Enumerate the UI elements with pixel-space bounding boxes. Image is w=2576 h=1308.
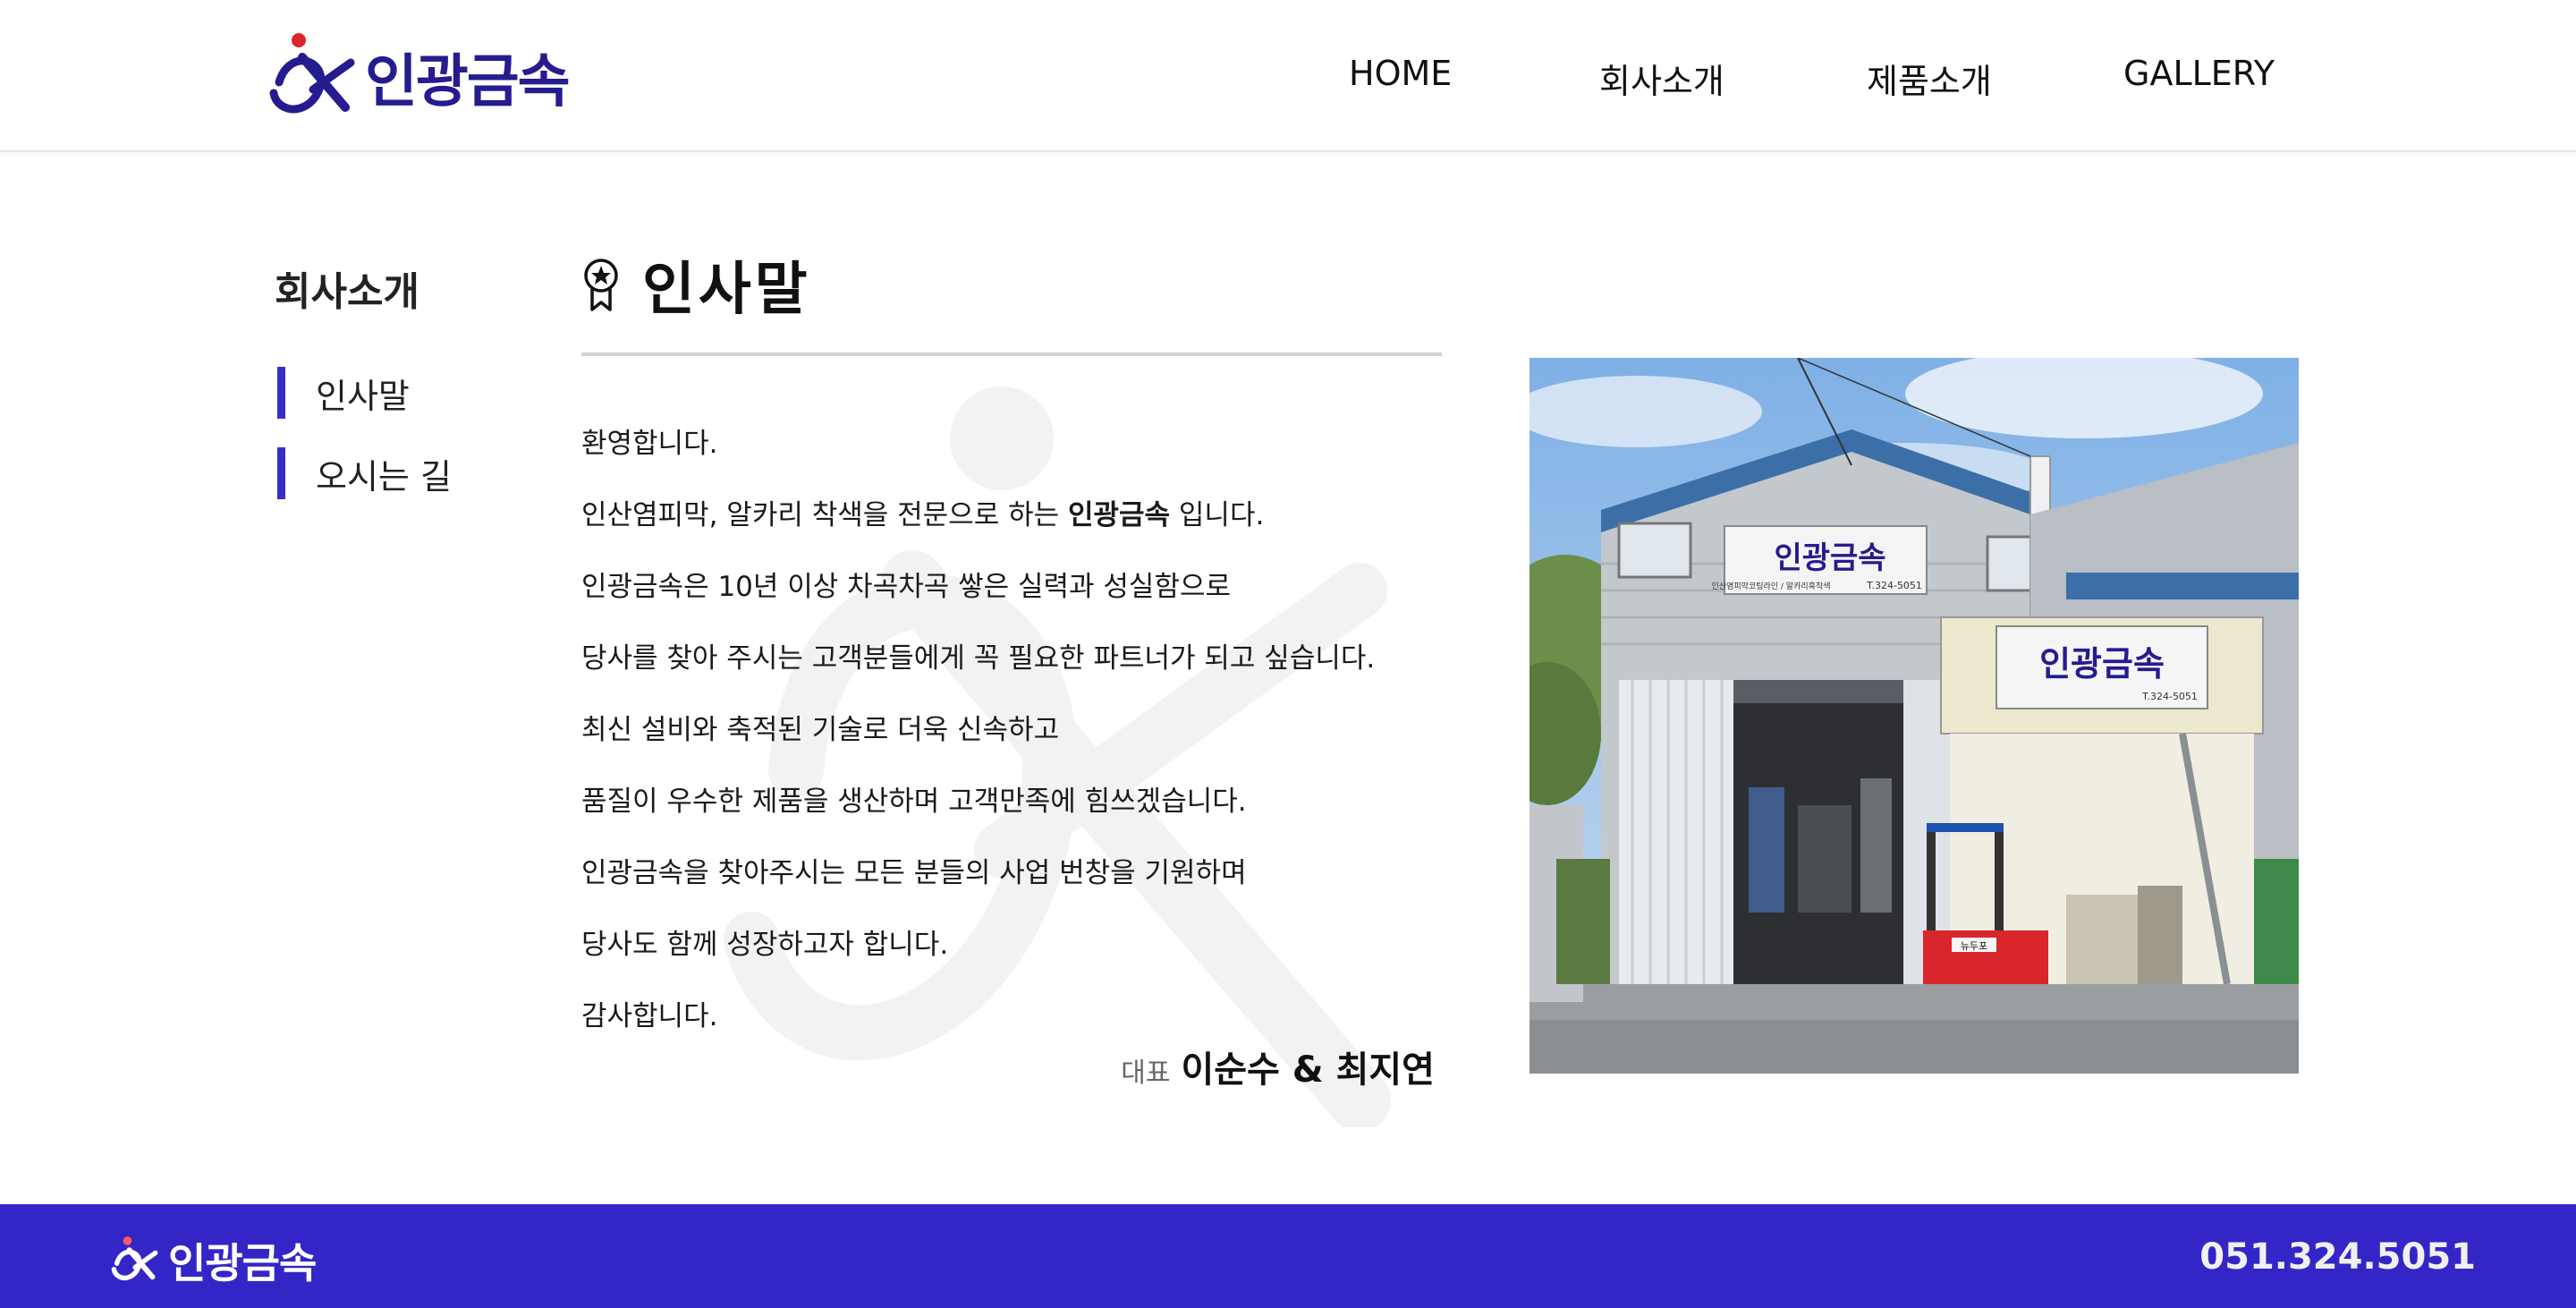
signature-names: 이순수 & 최지연 xyxy=(1181,1049,1435,1091)
greeting-text: 입니다. xyxy=(1170,499,1265,531)
signature-label: 대표 xyxy=(1121,1057,1171,1089)
logo-text: 인광금속 xyxy=(365,49,571,115)
greeting-line: 감사합니다. xyxy=(581,1000,718,1032)
greeting-line: 품질이 우수한 제품을 생산하며 고객만족에 힘쓰겠습니다. xyxy=(581,786,1247,818)
sign-subtext: 인산염피막코팅라인 / 알카리흑착색 xyxy=(1712,581,1831,591)
sidebar-item-greeting[interactable]: 인사말 xyxy=(277,367,410,419)
nav-gallery-link[interactable]: GALLERY xyxy=(2123,54,2275,93)
nav-products[interactable]: 제품소개 xyxy=(1867,54,1992,104)
container-sign-phone: T.324-5051 xyxy=(2141,691,2198,702)
footer-phone[interactable]: 051.324.5051 xyxy=(2199,1236,2476,1278)
nav-gallery[interactable]: GALLERY xyxy=(2123,54,2275,104)
greeting-line: 환영합니다. xyxy=(581,428,718,460)
footer-logo-text: 인광금속 xyxy=(168,1239,317,1287)
sidebar-item-directions[interactable]: 오시는 길 xyxy=(277,447,452,499)
nav-company[interactable]: 회사소개 xyxy=(1599,54,1724,104)
title-divider xyxy=(581,352,1442,356)
forklift-label: 뉴두포 xyxy=(1961,940,1987,952)
nav-company-link[interactable]: 회사소개 xyxy=(1599,62,1724,101)
sign-text: 인광금속 xyxy=(1774,540,1885,576)
sidebar-item-label: 오시는 길 xyxy=(316,456,452,497)
section-header: 인사말 xyxy=(581,243,811,326)
site-footer: 인광금속 051.324.5051 xyxy=(0,1204,2576,1308)
site-logo[interactable]: 인광금속 xyxy=(267,30,571,123)
nav-home-link[interactable]: HOME xyxy=(1349,54,1452,93)
logo-mark-icon xyxy=(269,33,355,114)
sidebar-item-marker xyxy=(277,367,285,419)
building-illustration: 인광금속 인산염피막코팅라인 / 알카리흑착색 T.324-5051 인광금속 … xyxy=(1530,358,2299,1074)
company-name-bold: 인광금속 xyxy=(1067,499,1171,531)
sign-phone: T.324-5051 xyxy=(1866,580,1922,591)
nav-home[interactable]: HOME xyxy=(1349,54,1452,104)
greeting-line: 인광금속은 10년 이상 차곡차곡 쌓은 실력과 성실함으로 xyxy=(581,571,1232,603)
footer-logo[interactable]: 인광금속 xyxy=(107,1231,317,1290)
signature: 대표 이순수 & 최지연 xyxy=(1121,1040,1435,1092)
greeting-line: 당사를 찾아 주시는 고객분들에게 꼭 필요한 파트너가 되고 싶습니다. xyxy=(581,642,1376,675)
container-sign-text: 인광금속 xyxy=(2039,644,2165,684)
site-header: 인광금속 HOME 회사소개 제품소개 GALLERY xyxy=(0,0,2576,152)
greeting-text: 인산염피막, 알카리 착색을 전문으로 하는 xyxy=(581,499,1068,531)
award-ribbon-icon xyxy=(584,259,618,311)
company-building-photo: 인광금속 인산염피막코팅라인 / 알카리흑착색 T.324-5051 인광금속 … xyxy=(1530,358,2299,1074)
sidebar-item-label: 인사말 xyxy=(316,376,410,416)
greeting-line: 당사도 함께 성장하고자 합니다. xyxy=(581,929,949,961)
greeting-line: 인광금속을 찾아주시는 모든 분들의 사업 번창을 기원하며 xyxy=(581,857,1247,889)
sidebar-item-marker xyxy=(277,447,285,499)
nav-products-link[interactable]: 제품소개 xyxy=(1867,62,1992,101)
sidebar-title: 회사소개 xyxy=(275,269,419,315)
greeting-line: 인산염피막, 알카리 착색을 전문으로 하는 인광금속 입니다. xyxy=(581,492,1440,532)
greeting-line: 최신 설비와 축적된 기술로 더욱 신속하고 xyxy=(581,714,1060,746)
footer-logo-mark-icon xyxy=(111,1236,158,1281)
page-title: 인사말 xyxy=(642,257,811,323)
